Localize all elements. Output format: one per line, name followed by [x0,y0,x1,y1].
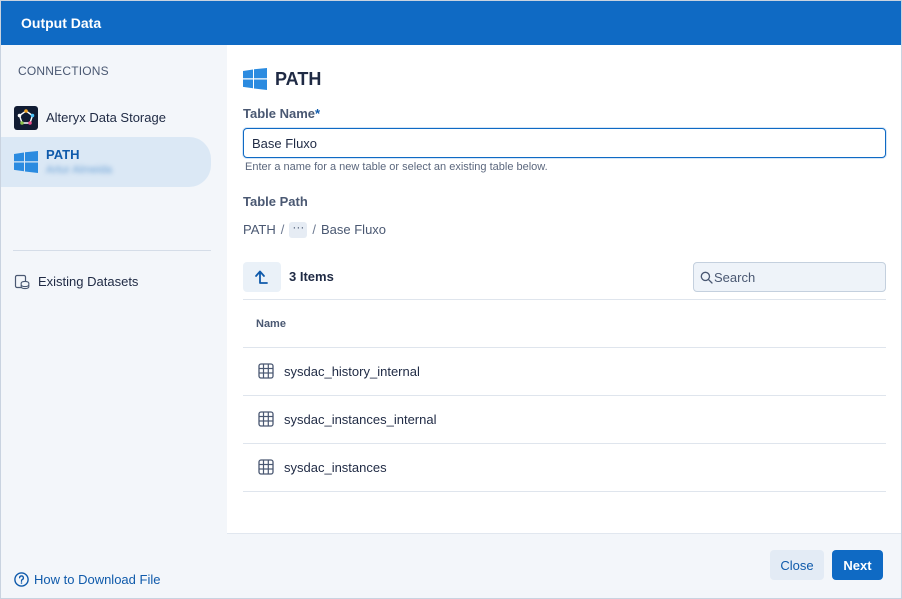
main-panel: PATH Table Name* Enter a name for a new … [227,45,901,598]
connection-alteryx-data-storage[interactable]: Alteryx Data Storage [1,99,211,135]
search-box[interactable] [693,262,886,292]
help-icon [14,572,29,587]
sidebar-divider [13,250,211,251]
column-header-label: Name [256,318,286,330]
table-icon [258,411,274,427]
breadcrumb-separator: / [312,222,316,238]
existing-datasets-item[interactable]: Existing Datasets [1,267,211,297]
table-row-label: sysdac_history_internal [284,364,420,379]
connection-path[interactable]: PATH Artur Almeida [1,137,211,187]
table-icon [258,363,274,379]
table-name-input[interactable] [243,128,886,158]
windows-icon [14,151,38,173]
dataset-icon [14,274,30,290]
search-icon [700,271,713,284]
how-to-download-label: How to Download File [34,572,161,587]
connections-section-label: CONNECTIONS [18,64,109,78]
column-header-name[interactable]: Name [243,299,886,348]
arrow-up-icon [255,270,268,284]
connection-label: Alteryx Data Storage [46,110,166,125]
connection-owner: Artur Almeida [46,164,113,176]
required-mark: * [315,106,321,121]
table-path-label: Table Path [243,194,308,209]
search-input[interactable] [714,267,879,287]
breadcrumb-separator: / [280,222,285,238]
table-row[interactable]: sysdac_instances [243,444,886,492]
sidebar: CONNECTIONS Alteryx Data Storage PATH Ar… [1,45,227,598]
table-row-label: sysdac_instances_internal [284,412,437,427]
dialog-footer: Close Next [227,533,901,598]
items-count: 3 Items [289,269,334,284]
next-button[interactable]: Next [832,550,883,580]
navigate-up-button[interactable] [243,262,281,292]
breadcrumb: PATH / ··· / Base Fluxo [243,221,386,241]
breadcrumb-root[interactable]: PATH [243,222,276,237]
table-icon [258,459,274,475]
table-row-label: sysdac_instances [284,460,387,475]
alteryx-logo-icon [14,106,38,130]
dialog-title: Output Data [21,15,102,31]
breadcrumb-leaf: Base Fluxo [321,222,387,238]
output-data-dialog: Output Data CONNECTIONS Alteryx Data Sto… [0,0,902,599]
close-button[interactable]: Close [770,550,824,580]
page-title: PATH [275,69,322,89]
table-name-hint: Enter a name for a new table or select a… [245,161,548,173]
table-row[interactable]: sysdac_history_internal [243,348,886,396]
connection-label: PATH [46,147,80,162]
table-row[interactable]: sysdac_instances_internal [243,396,886,444]
breadcrumb-ellipsis-button[interactable]: ··· [289,221,308,238]
table-name-label-text: Table Name [243,106,316,121]
table-name-label: Table Name* [243,106,320,121]
existing-datasets-label: Existing Datasets [38,274,139,289]
title-bar: Output Data [1,1,901,45]
windows-icon [243,68,267,90]
